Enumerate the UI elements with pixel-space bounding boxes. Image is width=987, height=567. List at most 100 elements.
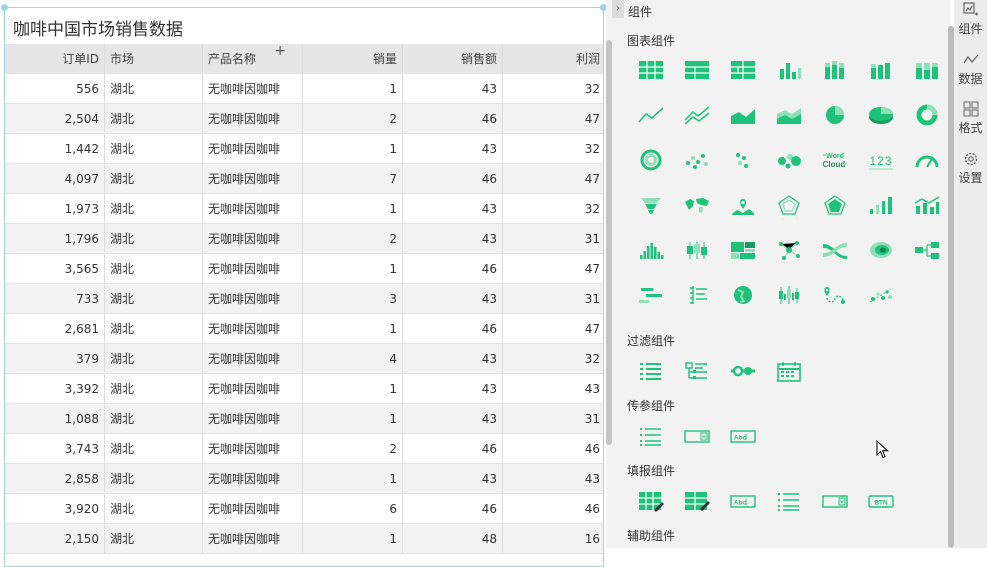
tab-settings-label: 设置 — [958, 171, 983, 185]
resize-handle-top-left[interactable] — [1, 4, 8, 11]
table-component-button[interactable] — [628, 47, 674, 92]
table-row[interactable]: 4,097 湖北 无咖啡因咖啡 7 46 47 — [5, 164, 603, 194]
column-header[interactable]: 销量 — [303, 44, 403, 74]
nested-donut-component-button[interactable] — [628, 137, 674, 182]
table-row[interactable]: 3,392 湖北 无咖啡因咖啡 1 43 43 — [5, 374, 603, 404]
radar-component-button[interactable] — [766, 182, 812, 227]
box-plot-component-button[interactable] — [674, 227, 720, 272]
tree-filter-component-button[interactable] — [674, 348, 720, 393]
table-row[interactable]: 2,150 湖北 无咖啡因咖啡 1 48 16 — [5, 524, 603, 554]
sankey-component-button[interactable] — [812, 227, 858, 272]
bar-chart-component-button[interactable] — [766, 47, 812, 92]
param-list-component-button[interactable] — [628, 413, 674, 458]
treemap-component-button[interactable] — [720, 227, 766, 272]
word-cloud-component-button[interactable]: Word Cloud — [812, 137, 858, 182]
column-header[interactable]: 订单ID — [5, 44, 105, 74]
table-row[interactable]: 3,743 湖北 无咖啡因咖啡 2 46 46 — [5, 434, 603, 464]
table-cell: 湖北 — [105, 434, 203, 464]
tab-format[interactable]: 格式 — [954, 101, 987, 136]
table-row[interactable]: 1,796 湖北 无咖啡因咖啡 2 43 31 — [5, 224, 603, 254]
dot-plot-component-button[interactable] — [720, 137, 766, 182]
component-icon-grid — [628, 348, 950, 393]
column-header[interactable]: 销售额 — [403, 44, 503, 74]
table-row[interactable]: 2,504 湖北 无咖啡因咖啡 2 46 47 — [5, 104, 603, 134]
table-cell: 43 — [403, 344, 503, 374]
tab-settings[interactable]: 设置 — [954, 151, 987, 186]
table-row[interactable]: 1,442 湖北 无咖啡因咖啡 1 43 32 — [5, 134, 603, 164]
table-row[interactable]: 2,858 湖北 无咖啡因咖啡 1 43 43 — [5, 464, 603, 494]
table-widget[interactable]: 咖啡中国市场销售数据 订单ID 市场 产品名称 + 销量 销售额 利润 556 湖北 无咖啡因咖… — [4, 7, 604, 567]
fill-list-component-button[interactable] — [766, 478, 812, 523]
table-row[interactable]: 733 湖北 无咖啡因咖啡 3 43 31 — [5, 284, 603, 314]
component-icon-grid: Abc BTN — [628, 478, 950, 523]
table-cell: 43 — [403, 134, 503, 164]
percent-bar-component-button[interactable] — [858, 47, 904, 92]
gantt-component-button[interactable] — [628, 272, 674, 317]
bubble-chart-component-button[interactable] — [766, 137, 812, 182]
multi-line-component-button[interactable] — [674, 92, 720, 137]
network-graph-component-button[interactable] — [766, 227, 812, 272]
pie-chart-component-button[interactable] — [812, 92, 858, 137]
fill-table-component-button[interactable] — [628, 478, 674, 523]
component-panel: › 组件 图表组件 Word Cloud 123 过滤组件 传参组件 Abc 填报组件 Abc B… — [612, 0, 950, 548]
table-row[interactable]: 556 湖北 无咖啡因咖啡 1 43 32 — [5, 74, 603, 104]
add-column-icon[interactable]: + — [274, 44, 286, 66]
combo-chart-component-button[interactable] — [904, 182, 950, 227]
gauge-component-button[interactable] — [904, 137, 950, 182]
filled-radar-component-button[interactable] — [812, 182, 858, 227]
tree-diagram-component-button[interactable] — [904, 227, 950, 272]
param-textbox-component-button[interactable]: Abc — [720, 413, 766, 458]
tab-components[interactable]: 组件 — [954, 2, 987, 37]
list-filter-component-button[interactable] — [628, 348, 674, 393]
table-row[interactable]: 1,088 湖北 无咖啡因咖啡 1 43 31 — [5, 404, 603, 434]
fill-list-icon — [778, 492, 799, 511]
collapse-panel-button[interactable]: › — [612, 0, 624, 18]
fill-textbox-component-button[interactable]: Abc — [720, 478, 766, 523]
scatter-component-button[interactable] — [674, 137, 720, 182]
fill-edit-table-component-button[interactable] — [674, 478, 720, 523]
heat-map-component-button[interactable] — [858, 227, 904, 272]
world-map-component-button[interactable] — [674, 182, 720, 227]
table-row[interactable]: 3,920 湖北 无咖啡因咖啡 6 46 46 — [5, 494, 603, 524]
widget-title[interactable]: 咖啡中国市场销售数据 — [13, 15, 183, 40]
parallel-axis-component-button[interactable] — [674, 272, 720, 317]
tab-data[interactable]: 数据 — [954, 52, 987, 87]
funnel-component-button[interactable] — [628, 182, 674, 227]
table-cell: 46 — [503, 434, 603, 464]
table-row[interactable]: 379 湖北 无咖啡因咖啡 4 43 32 — [5, 344, 603, 374]
param-textbox-icon: Abc — [730, 429, 756, 443]
param-dropdown-component-button[interactable] — [674, 413, 720, 458]
donut-chart-component-button[interactable] — [904, 92, 950, 137]
stacked-bar-component-button[interactable] — [812, 47, 858, 92]
tree-diagram-icon — [915, 241, 939, 259]
stacked-percent-bar-component-button[interactable] — [904, 47, 950, 92]
location-map-component-button[interactable] — [720, 182, 766, 227]
fill-dropdown-component-button[interactable] — [812, 478, 858, 523]
custom-scatter-component-button[interactable] — [858, 272, 904, 317]
date-filter-component-button[interactable] — [766, 348, 812, 393]
table-cell: 湖北 — [105, 494, 203, 524]
step-chart-component-button[interactable] — [858, 182, 904, 227]
slider-filter-component-button[interactable] — [720, 348, 766, 393]
column-header[interactable]: 产品名称 + — [203, 44, 303, 74]
table-row[interactable]: 3,565 湖北 无咖啡因咖啡 1 46 47 — [5, 254, 603, 284]
grouped-table-component-button[interactable] — [720, 47, 766, 92]
histogram-component-button[interactable] — [628, 227, 674, 272]
cross-table-component-button[interactable] — [674, 47, 720, 92]
kpi-number-component-button[interactable]: 123 — [858, 137, 904, 182]
line-chart-component-button[interactable] — [628, 92, 674, 137]
area-chart-component-button[interactable] — [720, 92, 766, 137]
table-row[interactable]: 2,681 湖北 无咖啡因咖啡 1 46 47 — [5, 314, 603, 344]
globe-component-button[interactable] — [720, 272, 766, 317]
stacked-area-component-button[interactable] — [766, 92, 812, 137]
column-header[interactable]: 市场 — [105, 44, 203, 74]
table-cell: 43 — [403, 404, 503, 434]
column-header[interactable]: 利润 — [503, 44, 603, 74]
3d-pie-component-button[interactable] — [858, 92, 904, 137]
table-cell: 4,097 — [5, 164, 105, 194]
table-cell: 47 — [503, 314, 603, 344]
table-row[interactable]: 1,973 湖北 无咖啡因咖啡 1 43 32 — [5, 194, 603, 224]
fill-button-component-button[interactable]: BTN — [858, 478, 904, 523]
candlestick-component-button[interactable] — [766, 272, 812, 317]
route-map-component-button[interactable] — [812, 272, 858, 317]
